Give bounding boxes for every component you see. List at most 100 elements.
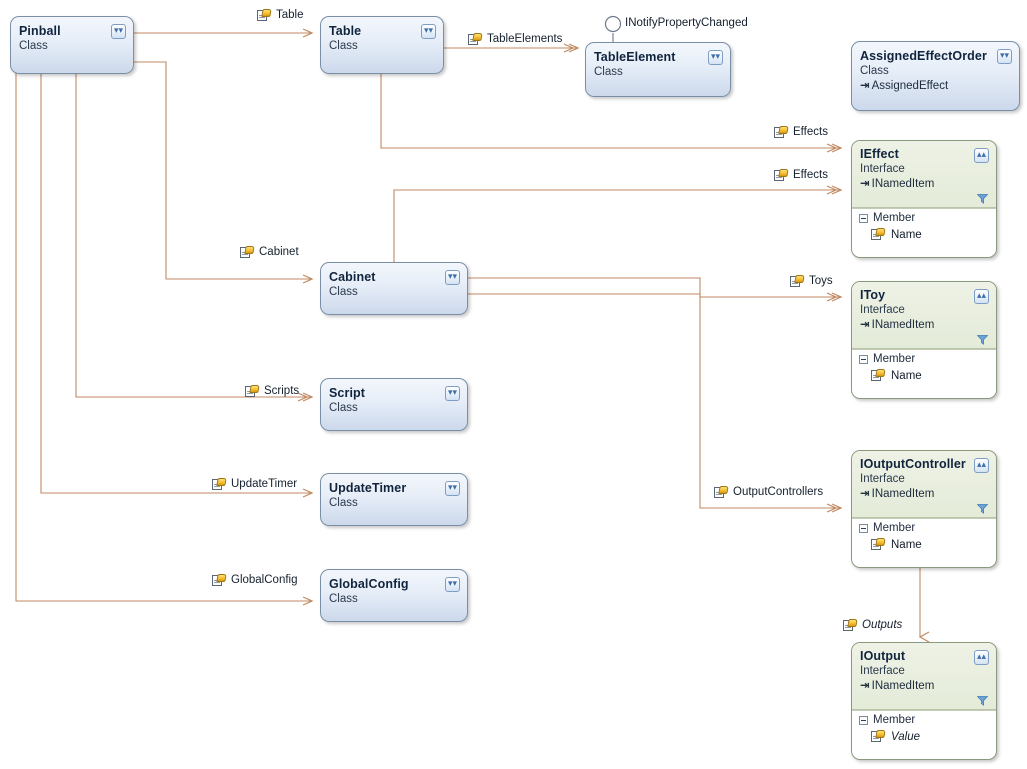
inheritance-arrow-icon: ⇥ bbox=[860, 319, 870, 331]
connector-globalconfig bbox=[15, 73, 312, 601]
base-type-label: INamedItem bbox=[871, 488, 935, 500]
property-icon bbox=[212, 574, 227, 587]
association-label-outputcontrollers[interactable]: OutputControllers bbox=[714, 486, 823, 499]
lollipop-label: INotifyPropertyChanged bbox=[625, 17, 748, 29]
funnel-icon[interactable] bbox=[977, 194, 988, 204]
compartment-header[interactable]: Member bbox=[852, 711, 996, 728]
node-title: AssignedEffectOrder bbox=[860, 49, 987, 63]
member-row[interactable]: Value bbox=[852, 728, 996, 746]
chevron-up-icon[interactable]: ▴▴ bbox=[974, 289, 989, 304]
class-node-cabinet[interactable]: Cabinet Class ▾▾ bbox=[320, 262, 468, 315]
node-kind: Class bbox=[329, 286, 358, 298]
funnel-icon[interactable] bbox=[977, 696, 988, 706]
compartment-header[interactable]: Member bbox=[852, 519, 996, 536]
node-title: Pinball bbox=[19, 24, 61, 38]
node-kind: Class bbox=[329, 497, 358, 509]
node-title: Script bbox=[329, 386, 366, 400]
lollipop-interface-icon bbox=[604, 15, 622, 33]
inheritance-arrow-icon: ⇥ bbox=[860, 680, 870, 692]
association-label-scripts[interactable]: Scripts bbox=[245, 385, 299, 398]
interface-node-ieffect[interactable]: IEffect Interface ⇥ INamedItem ▴▴ Member … bbox=[851, 140, 997, 258]
node-kind: Interface bbox=[860, 304, 905, 316]
association-label-text: Scripts bbox=[264, 385, 300, 397]
node-kind: Class bbox=[329, 402, 358, 414]
connector-updatetimer bbox=[40, 73, 312, 493]
property-icon bbox=[468, 33, 483, 46]
association-label-table[interactable]: Table bbox=[257, 9, 304, 22]
collapse-box-icon[interactable] bbox=[859, 354, 868, 364]
member-row[interactable]: Name bbox=[852, 536, 996, 554]
property-icon bbox=[871, 228, 886, 241]
interface-node-itoy[interactable]: IToy Interface ⇥ INamedItem ▴▴ Member Nam… bbox=[851, 281, 997, 399]
association-label-text: Effects bbox=[793, 169, 828, 181]
node-kind: Class bbox=[19, 40, 48, 52]
compartment-header[interactable]: Member bbox=[852, 350, 996, 367]
node-kind: Interface bbox=[860, 163, 905, 175]
collapse-box-icon[interactable] bbox=[859, 213, 868, 223]
chevron-up-icon[interactable]: ▴▴ bbox=[974, 650, 989, 665]
association-label-toys[interactable]: Toys bbox=[790, 275, 833, 288]
association-label-effects-table[interactable]: Effects bbox=[774, 126, 828, 139]
interface-node-ioutput[interactable]: IOutput Interface ⇥ INamedItem ▴▴ Member … bbox=[851, 642, 997, 760]
chevron-down-icon[interactable]: ▾▾ bbox=[445, 386, 460, 401]
class-node-globalconfig[interactable]: GlobalConfig Class ▾▾ bbox=[320, 569, 468, 622]
funnel-icon[interactable] bbox=[977, 335, 988, 345]
funnel-icon[interactable] bbox=[977, 504, 988, 514]
association-label-tableelements[interactable]: TableElements bbox=[468, 33, 562, 46]
chevron-down-icon[interactable]: ▾▾ bbox=[708, 50, 723, 65]
node-title: Cabinet bbox=[329, 270, 376, 284]
chevron-down-icon[interactable]: ▾▾ bbox=[111, 24, 126, 39]
class-node-updatetimer[interactable]: UpdateTimer Class ▾▾ bbox=[320, 473, 468, 526]
compartment-label: Member bbox=[873, 522, 916, 534]
class-node-script[interactable]: Script Class ▾▾ bbox=[320, 378, 468, 431]
node-kind: Class bbox=[329, 40, 358, 52]
chevron-down-icon[interactable]: ▾▾ bbox=[445, 481, 460, 496]
association-label-text: Table bbox=[276, 9, 304, 21]
base-type-label: INamedItem bbox=[871, 680, 935, 692]
compartment-label: Member bbox=[873, 212, 916, 224]
association-label-globalconfig[interactable]: GlobalConfig bbox=[212, 574, 297, 587]
class-node-pinball[interactable]: Pinball Class ▾▾ bbox=[10, 16, 134, 74]
interface-node-ioutputcontroller[interactable]: IOutputController Interface ⇥ INamedItem … bbox=[851, 450, 997, 568]
chevron-down-icon[interactable]: ▾▾ bbox=[445, 577, 460, 592]
association-label-text: Toys bbox=[809, 275, 833, 287]
property-icon bbox=[774, 126, 789, 139]
base-type-row: ⇥ INamedItem bbox=[860, 177, 988, 192]
association-label-text: OutputControllers bbox=[733, 486, 824, 498]
property-icon bbox=[714, 486, 729, 499]
collapse-box-icon[interactable] bbox=[859, 715, 868, 725]
node-title: IEffect bbox=[860, 147, 899, 161]
member-row[interactable]: Name bbox=[852, 226, 996, 244]
association-label-updatetimer[interactable]: UpdateTimer bbox=[212, 478, 297, 491]
node-kind: Interface bbox=[860, 473, 905, 485]
connector-scripts bbox=[75, 73, 312, 397]
class-node-assignedeffectorder[interactable]: AssignedEffectOrder Class ⇥ AssignedEffec… bbox=[851, 41, 1020, 111]
connector-effects-cabinet bbox=[393, 190, 841, 262]
property-icon bbox=[774, 169, 789, 182]
association-label-cabinet[interactable]: Cabinet bbox=[240, 246, 299, 259]
connector-outputcontrollers bbox=[468, 293, 841, 508]
class-diagram-canvas[interactable]: Pinball Class ▾▾ Table Class ▾▾ TableEle… bbox=[0, 0, 1027, 769]
association-label-outputs[interactable]: Outputs bbox=[843, 619, 902, 632]
inheritance-arrow-icon: ⇥ bbox=[860, 178, 870, 190]
compartment-header[interactable]: Member bbox=[852, 209, 996, 226]
member-row[interactable]: Name bbox=[852, 367, 996, 385]
class-node-table[interactable]: Table Class ▾▾ bbox=[320, 16, 444, 74]
property-icon bbox=[257, 9, 272, 22]
compartment-label: Member bbox=[873, 353, 916, 365]
chevron-down-icon[interactable]: ▾▾ bbox=[421, 24, 436, 39]
member-label: Name bbox=[891, 538, 922, 551]
association-label-text: Outputs bbox=[862, 619, 903, 631]
chevron-up-icon[interactable]: ▴▴ bbox=[974, 458, 989, 473]
association-label-text: GlobalConfig bbox=[231, 574, 298, 586]
association-label-effects-cabinet[interactable]: Effects bbox=[774, 169, 828, 182]
class-node-tableelement[interactable]: TableElement Class ▾▾ bbox=[585, 42, 731, 97]
chevron-up-icon[interactable]: ▴▴ bbox=[974, 148, 989, 163]
property-icon bbox=[871, 538, 886, 551]
member-label: Name bbox=[891, 369, 922, 382]
collapse-box-icon[interactable] bbox=[859, 523, 868, 533]
chevron-down-icon[interactable]: ▾▾ bbox=[445, 270, 460, 285]
property-icon bbox=[212, 478, 227, 491]
association-label-text: UpdateTimer bbox=[231, 478, 298, 490]
chevron-down-icon[interactable]: ▾▾ bbox=[997, 49, 1012, 64]
